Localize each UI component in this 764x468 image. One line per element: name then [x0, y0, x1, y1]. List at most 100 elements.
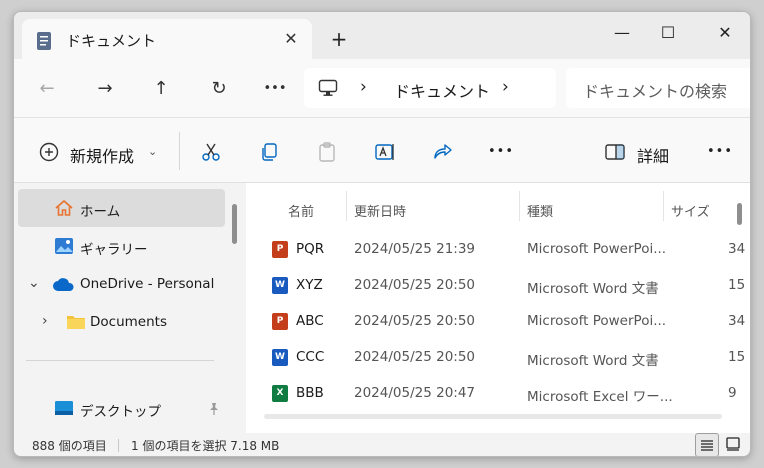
sidebar-item-label: ギャラリー: [80, 242, 148, 258]
file-name: CCC: [296, 349, 325, 365]
excel-icon: X: [272, 385, 288, 402]
sidebar-item-home[interactable]: ホーム: [18, 189, 225, 227]
refresh-button[interactable]: ↻: [204, 76, 234, 102]
details-button[interactable]: 詳細: [637, 143, 669, 167]
command-bar: 新規作成 ⌄ ••• 詳細 •••: [14, 117, 750, 183]
file-type: Microsoft PowerPoi...: [527, 241, 667, 257]
file-type: Microsoft Excel ワー...: [527, 389, 673, 405]
address-chevron-icon[interactable]: ›: [360, 77, 367, 97]
scissors-icon[interactable]: [200, 141, 222, 163]
file-list-horizontal-scrollbar[interactable]: [264, 414, 722, 419]
more-options-button[interactable]: •••: [488, 144, 514, 159]
details-view-button[interactable]: [695, 433, 719, 456]
new-button[interactable]: 新規作成: [70, 143, 134, 167]
file-name: XYZ: [296, 277, 323, 293]
column-header-size[interactable]: サイズ: [671, 201, 710, 220]
tab-title: ドキュメント: [66, 32, 157, 50]
gallery-icon: [55, 238, 73, 254]
file-size: 34: [728, 313, 746, 329]
document-icon: [37, 32, 51, 50]
plus-circle-icon[interactable]: [38, 141, 60, 163]
sidebar-divider: [26, 360, 214, 361]
column-header-date[interactable]: 更新日時: [354, 201, 406, 220]
sidebar-item-label: デスクトップ: [80, 404, 161, 420]
navigation-pane: ホーム ギャラリー ⌄ OneDrive - Personal › Docume…: [14, 183, 228, 433]
table-row[interactable]: X BBB 2024/05/25 20:47 Microsoft Excel ワー..…: [246, 375, 737, 411]
file-size: 9: [728, 385, 737, 401]
chevron-down-icon[interactable]: ⌄: [28, 275, 40, 291]
close-window-button[interactable]: ✕: [702, 18, 748, 48]
pin-icon[interactable]: [208, 402, 220, 416]
rename-icon[interactable]: [374, 141, 396, 163]
details-pane-icon[interactable]: [604, 141, 626, 163]
sidebar-scrollbar[interactable]: [232, 204, 237, 244]
table-row[interactable]: P ABC 2024/05/25 20:50 Microsoft PowerPoi..…: [246, 303, 745, 339]
navigation-bar: ← → ↑ ↻ ••• › ドキュメント › ドキュメントの検索: [14, 59, 750, 117]
explorer-window: ドキュメント ✕ + — ☐ ✕ ← → ↑ ↻ ••• › ドキュメント › …: [13, 11, 751, 457]
column-separator[interactable]: [346, 191, 347, 221]
maximize-button[interactable]: ☐: [645, 18, 691, 48]
desktop-icon: [55, 401, 73, 415]
sidebar-item-desktop[interactable]: デスクトップ: [18, 389, 225, 427]
status-separator: [118, 439, 119, 452]
chevron-right-icon[interactable]: ›: [42, 313, 48, 329]
address-bar[interactable]: › ドキュメント ›: [304, 68, 556, 108]
powerpoint-icon: P: [272, 313, 288, 330]
search-input[interactable]: ドキュメントの検索: [583, 78, 727, 102]
file-list-vertical-scrollbar[interactable]: [737, 203, 742, 225]
file-name: BBB: [296, 385, 324, 401]
large-icons-view-button[interactable]: [722, 433, 746, 456]
column-header-type[interactable]: 種類: [527, 201, 553, 220]
more-options-button-2[interactable]: •••: [707, 144, 733, 159]
paste-icon[interactable]: [316, 141, 338, 163]
command-separator: [179, 132, 180, 170]
address-location[interactable]: ドキュメント: [394, 78, 490, 102]
more-nav-button[interactable]: •••: [260, 76, 290, 102]
file-size: 34: [728, 241, 746, 257]
tab-close-icon[interactable]: ✕: [280, 28, 302, 50]
forward-button[interactable]: →: [90, 76, 120, 102]
minimize-button[interactable]: —: [599, 18, 645, 48]
copy-icon[interactable]: [258, 141, 280, 163]
file-date: 2024/05/25 20:47: [354, 385, 476, 401]
sidebar-item-label: Documents: [90, 314, 167, 330]
column-header-name[interactable]: 名前: [288, 201, 314, 220]
file-date: 2024/05/25 20:50: [354, 349, 476, 365]
file-type: Microsoft Word 文書: [527, 281, 659, 297]
back-button[interactable]: ←: [32, 76, 62, 102]
status-bar: 888 個の項目 1 個の項目を選択 7.18 MB: [14, 433, 750, 456]
file-size: 15: [728, 349, 746, 365]
folder-icon: [67, 316, 85, 329]
file-date: 2024/05/25 20:50: [354, 313, 476, 329]
selection-info: 1 個の項目を選択 7.18 MB: [131, 439, 280, 453]
table-row[interactable]: W CCC 2024/05/25 20:50 Microsoft Word 文書 15: [246, 339, 745, 375]
sidebar-item-label: ホーム: [80, 204, 121, 220]
powerpoint-icon: P: [272, 241, 288, 258]
sidebar-item-label: OneDrive - Personal: [80, 276, 215, 292]
home-icon: [55, 200, 73, 216]
tiles-view-icon: [726, 437, 740, 451]
tab-documents[interactable]: ドキュメント ✕: [22, 19, 312, 59]
sidebar-item-gallery[interactable]: ギャラリー: [18, 227, 225, 265]
share-icon[interactable]: [432, 141, 454, 163]
file-date: 2024/05/25 20:50: [354, 277, 476, 293]
file-size: 15: [728, 277, 746, 293]
address-chevron-icon[interactable]: ›: [502, 77, 509, 97]
sidebar-item-documents[interactable]: › Documents: [18, 303, 225, 341]
new-tab-button[interactable]: +: [328, 28, 350, 50]
column-separator[interactable]: [519, 191, 520, 221]
monitor-icon: [318, 79, 338, 96]
file-type: Microsoft Word 文書: [527, 353, 659, 369]
table-row[interactable]: P PQR 2024/05/25 21:39 Microsoft PowerPoi..…: [246, 231, 745, 267]
word-icon: W: [272, 277, 288, 294]
up-button[interactable]: ↑: [146, 76, 176, 102]
file-list: 名前 更新日時 種類 サイズ P PQR 2024/05/25 21:39 Micro…: [246, 183, 750, 433]
chevron-down-icon[interactable]: ⌄: [148, 145, 157, 158]
search-box[interactable]: ドキュメントの検索: [566, 68, 750, 108]
file-name: PQR: [296, 241, 325, 257]
column-separator[interactable]: [663, 191, 664, 221]
word-icon: W: [272, 349, 288, 366]
sidebar-item-onedrive[interactable]: ⌄ OneDrive - Personal: [18, 265, 225, 303]
item-count: 888 個の項目: [32, 439, 107, 453]
table-row[interactable]: W XYZ 2024/05/25 20:50 Microsoft Word 文書 15: [246, 267, 745, 303]
